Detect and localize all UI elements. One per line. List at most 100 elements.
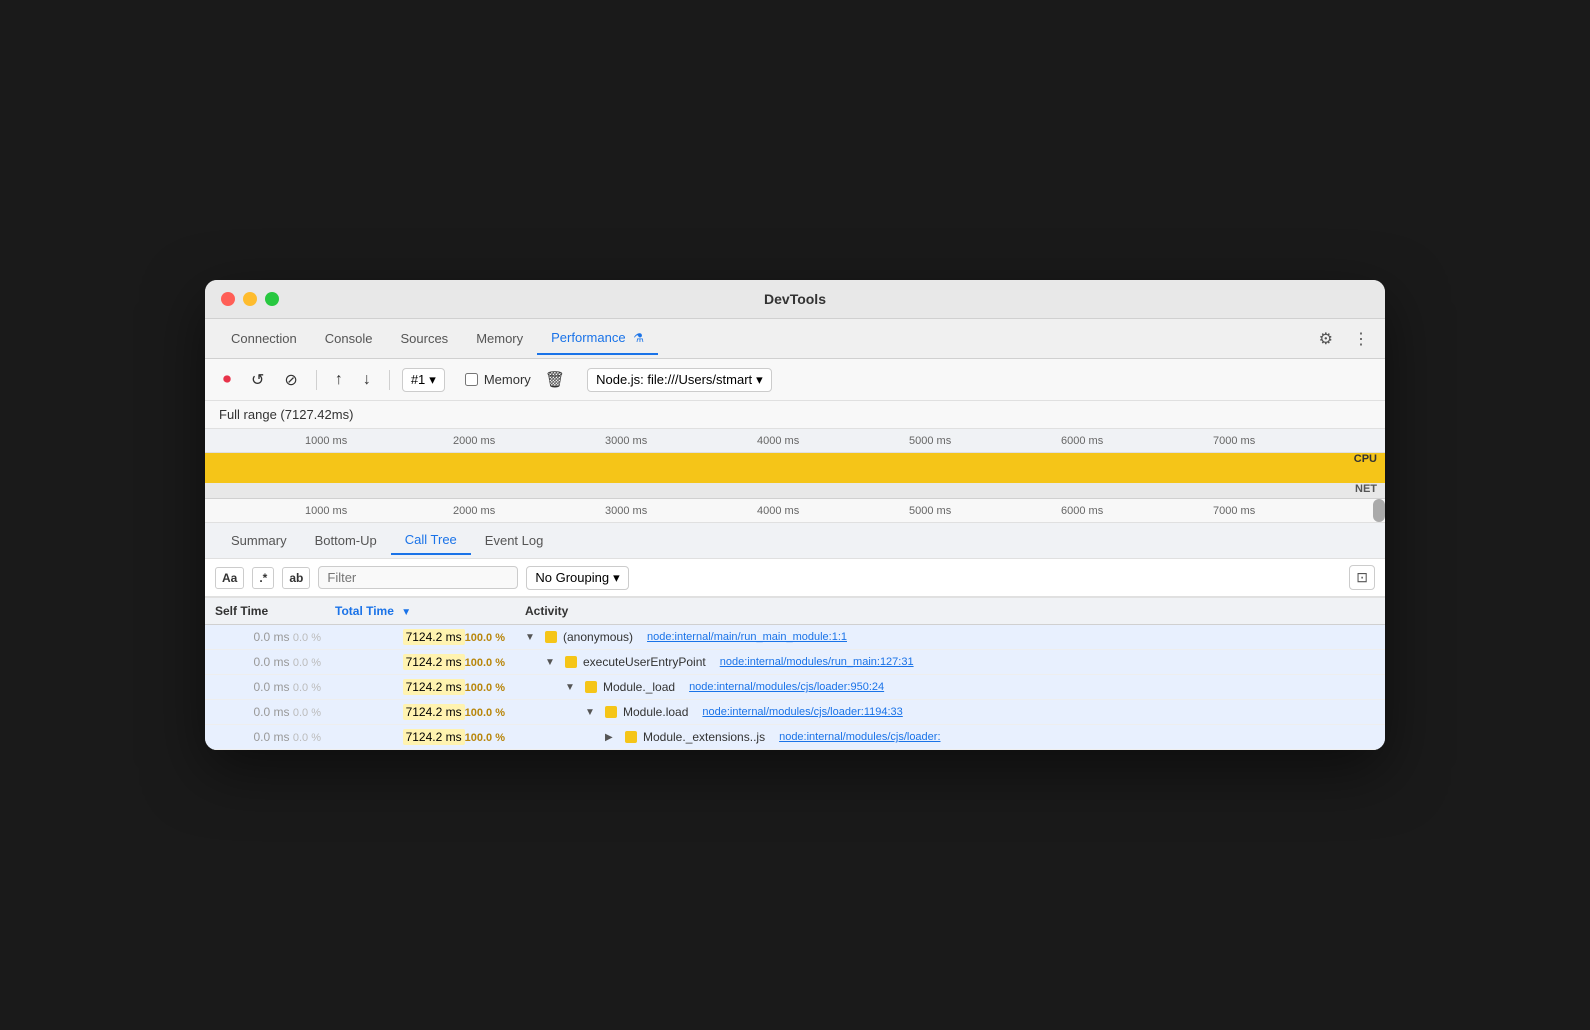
memory-check-label[interactable]: Memory bbox=[465, 372, 531, 387]
ruler-mark-1: 1000 ms bbox=[305, 435, 347, 447]
sort-arrow: ▼ bbox=[401, 607, 411, 618]
total-ms: 7124.2 ms bbox=[403, 704, 465, 720]
timeline-ruler-bottom: 1000 ms 2000 ms 3000 ms 4000 ms 5000 ms … bbox=[205, 499, 1385, 523]
expand-icon[interactable]: ▼ bbox=[585, 707, 599, 718]
memory-settings-button[interactable]: 🗑 bbox=[539, 366, 571, 394]
ruler-mark-7: 7000 ms bbox=[1213, 435, 1255, 447]
tab-connection[interactable]: Connection bbox=[217, 323, 311, 354]
record-icon: ⏺ bbox=[223, 371, 231, 389]
refresh-button[interactable]: ↺ bbox=[245, 366, 270, 394]
activity-link[interactable]: node:internal/main/run_main_module:1:1 bbox=[647, 631, 847, 643]
activity-cell: ▼ executeUserEntryPoint node:internal/mo… bbox=[525, 655, 1375, 669]
clear-button[interactable]: ⊘ bbox=[278, 366, 303, 394]
col-total-time[interactable]: Total Time ▼ bbox=[325, 598, 515, 625]
ruler-mark-b3: 3000 ms bbox=[605, 505, 647, 517]
col-activity: Activity bbox=[515, 598, 1385, 625]
activity-color-box bbox=[585, 681, 597, 693]
total-ms: 7124.2 ms bbox=[403, 729, 465, 745]
self-pct: 0.0 % bbox=[293, 732, 321, 744]
activity-link[interactable]: node:internal/modules/run_main:127:31 bbox=[720, 656, 914, 668]
settings-button[interactable]: ⚙ bbox=[1315, 325, 1337, 353]
toolbar-divider-2 bbox=[389, 370, 390, 390]
download-icon: ↓ bbox=[363, 371, 371, 389]
tab-summary[interactable]: Summary bbox=[217, 527, 301, 554]
self-pct: 0.0 % bbox=[293, 682, 321, 694]
ruler-mark-b5: 5000 ms bbox=[909, 505, 951, 517]
more-button[interactable]: ⋮ bbox=[1349, 325, 1373, 353]
total-pct: 100.0 % bbox=[465, 632, 505, 644]
range-label: Full range (7127.42ms) bbox=[219, 407, 353, 422]
total-ms: 7124.2 ms bbox=[403, 629, 465, 645]
tab-console[interactable]: Console bbox=[311, 323, 387, 354]
filter-bar: Aa .* ab No Grouping ▾ ⊡ bbox=[205, 559, 1385, 597]
tab-sources[interactable]: Sources bbox=[386, 323, 462, 354]
memory-check-text: Memory bbox=[484, 372, 531, 387]
tab-call-tree[interactable]: Call Tree bbox=[391, 526, 471, 555]
expand-icon[interactable]: ▼ bbox=[545, 657, 559, 668]
expand-icon[interactable]: ▼ bbox=[565, 682, 579, 693]
activity-link[interactable]: node:internal/modules/cjs/loader:950:24 bbox=[689, 681, 884, 693]
activity-link[interactable]: node:internal/modules/cjs/loader: bbox=[779, 731, 940, 743]
bottom-tabs: Summary Bottom-Up Call Tree Event Log bbox=[205, 523, 1385, 559]
grouping-label: No Grouping bbox=[535, 570, 609, 585]
timeline-ruler-top: 1000 ms 2000 ms 3000 ms 4000 ms 5000 ms … bbox=[205, 429, 1385, 453]
activity-name: (anonymous) bbox=[563, 630, 633, 644]
collapse-button[interactable]: ⊡ bbox=[1349, 565, 1375, 590]
aa-toggle[interactable]: Aa bbox=[215, 567, 244, 589]
table-header-row: Self Time Total Time ▼ Activity bbox=[205, 598, 1385, 625]
expand-icon[interactable]: ▶ bbox=[605, 732, 619, 743]
tab-bottom-up[interactable]: Bottom-Up bbox=[301, 527, 391, 554]
memory-checkbox-container: Memory bbox=[465, 372, 531, 387]
timeline-scrollbar[interactable] bbox=[1373, 499, 1385, 522]
table-row: 0.0 ms 0.0 %7124.2 ms100.0 % ▼ Module.lo… bbox=[205, 700, 1385, 725]
activity-link[interactable]: node:internal/modules/cjs/loader:1194:33 bbox=[702, 706, 902, 718]
grouping-selector[interactable]: No Grouping ▾ bbox=[526, 566, 628, 590]
regex-toggle[interactable]: .* bbox=[252, 567, 274, 589]
activity-name: executeUserEntryPoint bbox=[583, 655, 706, 669]
activity-cell: ▼ Module.load node:internal/modules/cjs/… bbox=[525, 705, 1375, 719]
cpu-label: CPU bbox=[1354, 453, 1377, 465]
devtools-window: DevTools Connection Console Sources Memo… bbox=[205, 280, 1385, 750]
activity-name: Module._extensions..js bbox=[643, 730, 765, 744]
ruler-mark-5: 5000 ms bbox=[909, 435, 951, 447]
tab-performance[interactable]: Performance ⚗ bbox=[537, 322, 658, 355]
self-pct: 0.0 % bbox=[293, 632, 321, 644]
case-toggle[interactable]: ab bbox=[282, 567, 310, 589]
range-info: Full range (7127.42ms) bbox=[205, 401, 1385, 429]
filter-input[interactable] bbox=[318, 566, 518, 589]
self-ms: 0.0 ms bbox=[254, 730, 290, 744]
tab-memory[interactable]: Memory bbox=[462, 323, 537, 354]
upload-icon: ↑ bbox=[335, 371, 343, 389]
ruler-mark-b1: 1000 ms bbox=[305, 505, 347, 517]
expand-icon[interactable]: ▼ bbox=[525, 632, 539, 643]
upload-button[interactable]: ↑ bbox=[329, 367, 349, 393]
activity-color-box bbox=[605, 706, 617, 718]
data-table-container: Self Time Total Time ▼ Activity 0.0 ms 0… bbox=[205, 597, 1385, 750]
tabs-actions: ⚙ ⋮ bbox=[1315, 325, 1373, 353]
toolbar-divider-1 bbox=[316, 370, 317, 390]
profile-selector[interactable]: #1 ▾ bbox=[402, 368, 445, 392]
total-pct: 100.0 % bbox=[465, 707, 505, 719]
ruler-mark-2: 2000 ms bbox=[453, 435, 495, 447]
tab-event-log[interactable]: Event Log bbox=[471, 527, 558, 554]
ruler-mark-4: 4000 ms bbox=[757, 435, 799, 447]
node-selector[interactable]: Node.js: file:///Users/stmart ▾ bbox=[587, 368, 772, 392]
memory-checkbox[interactable] bbox=[465, 373, 478, 386]
table-row: 0.0 ms 0.0 % 7124.2 ms100.0 % ▼ (anonymou… bbox=[205, 625, 1385, 650]
minimize-button[interactable] bbox=[243, 292, 257, 306]
total-ms: 7124.2 ms bbox=[403, 654, 465, 670]
ruler-mark-3: 3000 ms bbox=[605, 435, 647, 447]
grouping-dropdown-icon: ▾ bbox=[613, 570, 620, 586]
record-button[interactable]: ⏺ bbox=[217, 367, 237, 393]
self-ms: 0.0 ms bbox=[254, 630, 290, 644]
table-row: 0.0 ms 0.0 %7124.2 ms100.0 % ▼ executeUs… bbox=[205, 650, 1385, 675]
node-label: Node.js: file:///Users/stmart bbox=[596, 372, 752, 387]
activity-name: Module.load bbox=[623, 705, 688, 719]
maximize-button[interactable] bbox=[265, 292, 279, 306]
self-pct: 0.0 % bbox=[293, 657, 321, 669]
call-tree-table: Self Time Total Time ▼ Activity 0.0 ms 0… bbox=[205, 598, 1385, 750]
self-pct: 0.0 % bbox=[293, 707, 321, 719]
refresh-icon: ↺ bbox=[251, 370, 264, 390]
close-button[interactable] bbox=[221, 292, 235, 306]
download-button[interactable]: ↓ bbox=[357, 367, 377, 393]
